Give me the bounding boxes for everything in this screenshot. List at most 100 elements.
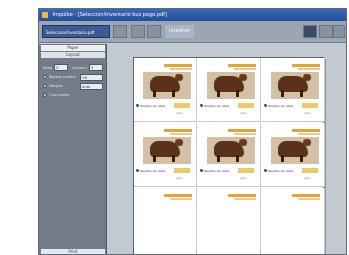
- horse-leg: [300, 155, 303, 162]
- card-header-bar: [298, 133, 320, 135]
- business-card: Tarjetas de visita Juan: [262, 123, 325, 187]
- horse-leg: [236, 90, 239, 97]
- horse-leg: [236, 155, 239, 162]
- card-price-tag: [302, 103, 318, 108]
- horse-head: [175, 74, 183, 81]
- card-header-bar: [170, 198, 192, 200]
- card-price-tag: [174, 103, 190, 108]
- horse-head: [303, 74, 311, 81]
- repeat-radio[interactable]: [43, 75, 47, 79]
- sidebar-subheader[interactable]: Layout: [41, 52, 105, 58]
- card-price-tag: [302, 168, 318, 173]
- bullet-icon: [200, 169, 203, 172]
- app-icon: [42, 11, 48, 18]
- repeat-field[interactable]: Off: [80, 74, 103, 81]
- rows-label: Rows: [43, 66, 53, 70]
- card-caption: Tarjetas de visita: [204, 169, 230, 173]
- arrow-left-icon[interactable]: [319, 25, 333, 38]
- arrow-right-icon[interactable]: [333, 25, 345, 38]
- business-card: Tarjetas de visita Juan: [134, 123, 197, 187]
- horse-leg: [217, 155, 220, 162]
- settings-sidebar: Paper Layout Rows 3 Columns 3 Repeat con…: [39, 44, 107, 254]
- card-caption: Tarjetas de visita: [140, 169, 166, 173]
- refresh-icon[interactable]: [113, 25, 127, 38]
- card-header-bar: [234, 198, 256, 200]
- application-window: Impolbe - [Seleccion/Inventario bus page…: [38, 8, 347, 255]
- bullet-icon: [264, 169, 267, 172]
- card-price-tag: [174, 168, 190, 173]
- horse-leg: [153, 90, 156, 97]
- columns-field[interactable]: 3: [89, 64, 103, 71]
- print-button[interactable]: Print: [41, 249, 105, 254]
- crop-marks-radio[interactable]: [43, 93, 47, 97]
- card-note: Juan: [304, 111, 311, 115]
- repeat-label: Repeat content: [49, 75, 76, 79]
- horse-head: [239, 139, 247, 146]
- card-header-bar: [234, 68, 256, 70]
- crop-marks-label: Crop marks: [49, 93, 70, 97]
- business-card: [134, 188, 197, 254]
- horse-leg: [300, 90, 303, 97]
- card-header-bar: [228, 64, 256, 67]
- print-preview-sheet: Tarjetas de visita Juan Tarjetas de visi…: [133, 57, 325, 254]
- horse-head: [239, 74, 247, 81]
- grid-view-icon[interactable]: [303, 25, 317, 38]
- title-bar: Impolbe - [Seleccion/Inventario bus page…: [39, 9, 346, 21]
- horse-leg: [172, 90, 175, 97]
- horse-head: [175, 139, 183, 146]
- sidebar-header[interactable]: Paper: [41, 45, 105, 51]
- card-header-bar: [164, 64, 192, 67]
- margins-field[interactable]: Auto: [80, 83, 103, 90]
- rows-field[interactable]: 3: [54, 64, 68, 71]
- toolbar: Seleccion/Inventario.pdf Imprimir: [39, 21, 346, 43]
- margins-label: Margins: [49, 84, 63, 88]
- card-header-bar: [164, 129, 192, 132]
- card-note: Juan: [240, 111, 247, 115]
- card-header-bar: [298, 198, 320, 200]
- card-header-bar: [234, 133, 256, 135]
- horse-leg: [217, 90, 220, 97]
- horse-leg: [281, 155, 284, 162]
- horse-leg: [172, 155, 175, 162]
- card-caption: Tarjetas de visita: [268, 104, 294, 108]
- horse-leg: [281, 90, 284, 97]
- business-card: [262, 188, 325, 254]
- print-label-button[interactable]: Imprimir: [165, 25, 195, 38]
- business-card: Tarjetas de visita Juan: [198, 58, 261, 122]
- horse-head: [303, 139, 311, 146]
- business-card: [198, 188, 261, 254]
- card-note: Juan: [176, 111, 183, 115]
- file-select[interactable]: Seleccion/Inventario.pdf: [42, 25, 110, 38]
- card-note: Juan: [304, 176, 311, 180]
- horse-leg: [153, 155, 156, 162]
- business-card: Tarjetas de visita Juan: [198, 123, 261, 187]
- card-header-bar: [170, 68, 192, 70]
- zoom-icon[interactable]: [147, 25, 161, 38]
- card-caption: Tarjetas de visita: [204, 104, 230, 108]
- card-header-bar: [292, 129, 320, 132]
- card-header-bar: [164, 194, 192, 197]
- card-header-bar: [228, 129, 256, 132]
- window-title: Impolbe - [Seleccion/Inventario bus page…: [52, 12, 167, 18]
- card-note: Juan: [240, 176, 247, 180]
- bullet-icon: [136, 104, 139, 107]
- card-header-bar: [292, 64, 320, 67]
- business-card: Tarjetas de visita Juan: [262, 58, 325, 122]
- card-caption: Tarjetas de visita: [140, 104, 166, 108]
- card-caption: Tarjetas de visita: [268, 169, 294, 173]
- card-price-tag: [238, 168, 254, 173]
- bullet-icon: [264, 104, 267, 107]
- card-header-bar: [292, 194, 320, 197]
- card-header-bar: [228, 194, 256, 197]
- columns-label: Columns: [72, 66, 88, 70]
- card-price-tag: [238, 103, 254, 108]
- card-note: Juan: [176, 176, 183, 180]
- card-header-bar: [170, 133, 192, 135]
- bullet-icon: [200, 104, 203, 107]
- preview-area[interactable]: Tarjetas de visita Juan Tarjetas de visi…: [108, 44, 346, 254]
- bullet-icon: [136, 169, 139, 172]
- card-header-bar: [298, 68, 320, 70]
- business-card: Tarjetas de visita Juan: [134, 58, 197, 122]
- printer-icon[interactable]: [131, 25, 145, 38]
- margins-radio[interactable]: [43, 84, 47, 88]
